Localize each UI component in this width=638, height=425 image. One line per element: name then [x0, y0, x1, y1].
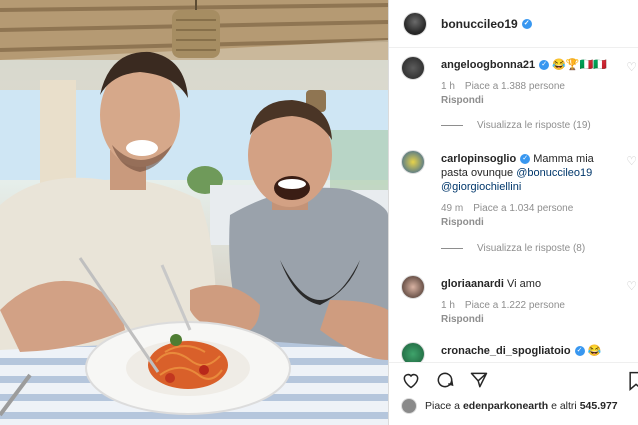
commenter-avatar[interactable] — [401, 275, 425, 299]
commenter-avatar[interactable] — [401, 150, 425, 174]
likes-count[interactable]: 545.977 — [580, 400, 618, 412]
verified-badge-icon: ✓ — [521, 19, 532, 30]
view-replies-link[interactable]: Visualizza le risposte (8) — [441, 243, 585, 254]
liked-by-suffix: e altri — [551, 400, 577, 412]
commenter-username[interactable]: gloriaanardi — [441, 278, 504, 290]
verified-badge-icon: ✓ — [520, 154, 531, 165]
bookmark-icon[interactable] — [627, 371, 638, 396]
comment-time[interactable]: 1 h — [441, 80, 455, 94]
mention-link[interactable]: @giorgiochiellini — [441, 181, 521, 193]
verified-badge-icon: ✓ — [574, 346, 585, 357]
commenter-avatar[interactable] — [401, 342, 425, 362]
comment-text: 😂🏆🇮🇹🇮🇹 — [552, 59, 607, 71]
view-replies-link[interactable]: Visualizza le risposte (19) — [441, 120, 591, 131]
commenter-username[interactable]: angeloogbonna21 — [441, 59, 535, 71]
comment-text: Mamma mia — [533, 153, 594, 165]
commenter-username[interactable]: cronache_di_spogliatoio — [441, 345, 571, 357]
liked-by-prefix: Piace a — [425, 400, 461, 412]
comment-likes[interactable]: Piace a 1.034 persone — [473, 202, 573, 216]
comment-item: cronache_di_spogliatoio ✓ 😂 — [401, 342, 637, 362]
comment-icon[interactable] — [435, 370, 455, 390]
liked-by-user[interactable]: edenparkonearth — [463, 400, 548, 412]
comment-text-line-2: pasta ovunque — [441, 167, 514, 179]
share-icon[interactable] — [469, 370, 489, 390]
liker-avatar[interactable] — [401, 398, 417, 414]
liked-by[interactable]: Piace a edenparkonearth e altri 545.977 — [401, 398, 618, 414]
comment-text: 😂 — [587, 345, 602, 357]
heart-small-icon[interactable]: ♡ — [626, 60, 637, 74]
action-bar — [389, 362, 638, 396]
author-username[interactable]: bonuccileo19 ✓ — [441, 17, 532, 31]
commenter-avatar[interactable] — [401, 56, 425, 80]
reply-button[interactable]: Rispondi — [441, 94, 637, 108]
post-photo[interactable] — [0, 0, 388, 425]
heart-small-icon[interactable]: ♡ — [626, 154, 637, 168]
mention-link[interactable]: @bonuccileo19 — [516, 167, 592, 179]
author-avatar[interactable] — [403, 11, 427, 36]
comment-time[interactable]: 1 h — [441, 299, 455, 313]
comment-item: carlopinsoglio ✓ Mamma mia pasta ovunque … — [401, 150, 637, 240]
post-header: bonuccileo19 ✓ — [389, 0, 638, 48]
photo-illustration — [0, 0, 388, 425]
reply-button[interactable]: Rispondi — [441, 313, 637, 327]
comment-item: gloriaanardi Vi amo 1 h Piace a 1.222 pe… — [401, 275, 637, 335]
comment-text: Vi amo — [507, 278, 542, 290]
comment-likes[interactable]: Piace a 1.388 persone — [465, 80, 565, 94]
reply-button[interactable]: Rispondi — [441, 216, 637, 230]
heart-small-icon[interactable]: ♡ — [626, 279, 637, 293]
verified-badge-icon: ✓ — [539, 60, 550, 71]
comment-time[interactable]: 49 m — [441, 202, 463, 216]
commenter-username[interactable]: carlopinsoglio — [441, 153, 516, 165]
comments-list[interactable]: angeloogbonna21 ✓ 😂🏆🇮🇹🇮🇹 1 h Piace a 1.38… — [389, 50, 638, 362]
post-sidebar: bonuccileo19 ✓ angeloogbonna21 ✓ 😂🏆🇮🇹🇮🇹 1 … — [388, 0, 638, 425]
comment-likes[interactable]: Piace a 1.222 persone — [465, 299, 565, 313]
heart-icon[interactable] — [401, 370, 421, 390]
